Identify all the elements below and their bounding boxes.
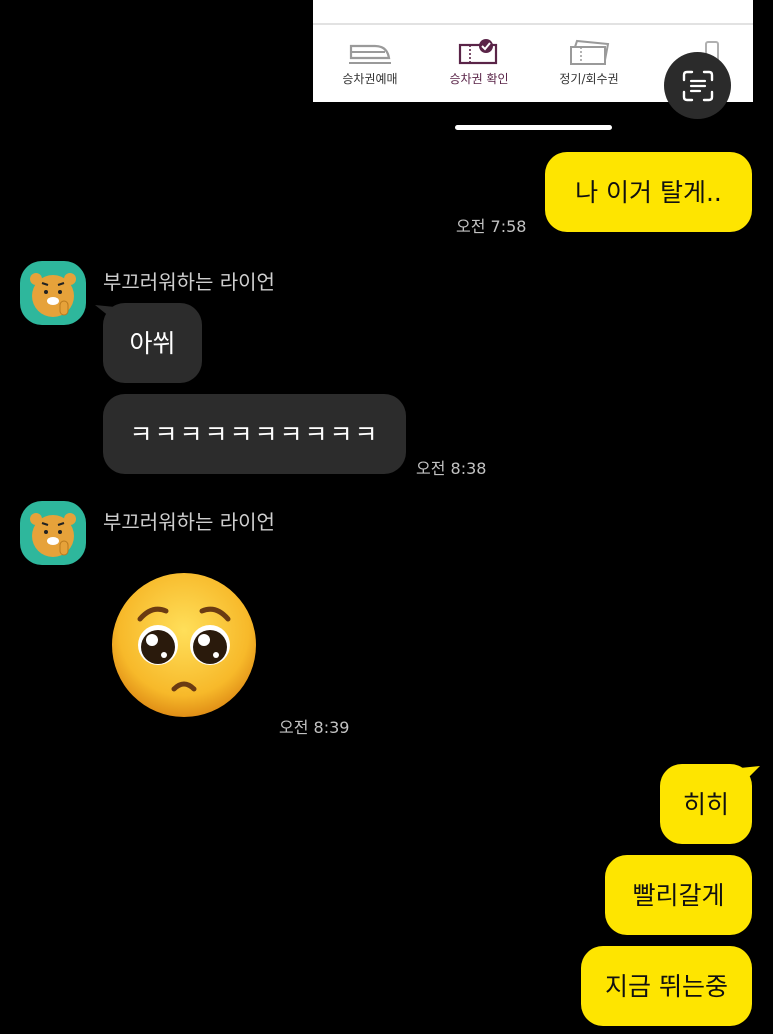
text-scan-button[interactable] <box>664 52 731 119</box>
my-message-bubble[interactable]: 히히 <box>660 764 752 844</box>
home-indicator <box>455 125 612 130</box>
preview-tab-booking: 승차권예매 <box>318 38 422 98</box>
ticket-check-icon <box>458 39 498 65</box>
my-message-bubble[interactable]: 나 이거 탈게.. <box>545 152 752 232</box>
message-text: 나 이거 탈게.. <box>575 177 722 207</box>
message-text: 히히 <box>682 789 729 819</box>
pleading-face-emoji <box>112 573 256 717</box>
message-text: 아쒸 <box>129 328 176 358</box>
message-time: 오전 8:38 <box>416 459 487 478</box>
text-scan-icon <box>682 70 713 101</box>
message-time: 오전 7:58 <box>456 217 527 236</box>
message-text: 지금 뛰는중 <box>605 971 728 1001</box>
train-icon <box>349 44 391 64</box>
my-message-bubble[interactable]: 지금 뛰는중 <box>581 946 752 1026</box>
sender-name: 부끄러워하는 라이언 <box>103 270 275 294</box>
their-message-bubble[interactable]: 아쒸 <box>103 303 202 383</box>
ryan-avatar-icon <box>30 273 76 317</box>
preview-tab-label: 정기/회수권 <box>559 72 619 86</box>
season-ticket-icon <box>570 39 610 65</box>
preview-tab-season: 정기/회수권 <box>537 38 641 98</box>
preview-tab-label: 승차권 확인 <box>449 72 509 86</box>
message-text: 빨리갈게 <box>632 880 725 910</box>
emoji-message[interactable] <box>110 571 258 719</box>
preview-divider <box>313 23 753 25</box>
their-message-bubble[interactable]: ㅋㅋㅋㅋㅋㅋㅋㅋㅋㅋ <box>103 394 406 474</box>
avatar[interactable] <box>20 261 86 325</box>
preview-tab-ticket-check: 승차권 확인 <box>427 38 531 98</box>
my-message-bubble[interactable]: 빨리갈게 <box>605 855 752 935</box>
ryan-avatar-icon <box>30 513 76 557</box>
message-time: 오전 8:39 <box>279 718 350 737</box>
sender-name: 부끄러워하는 라이언 <box>103 510 275 534</box>
message-text: ㅋㅋㅋㅋㅋㅋㅋㅋㅋㅋ <box>129 419 380 449</box>
avatar[interactable] <box>20 501 86 565</box>
preview-tab-label: 승차권예매 <box>342 72 398 86</box>
